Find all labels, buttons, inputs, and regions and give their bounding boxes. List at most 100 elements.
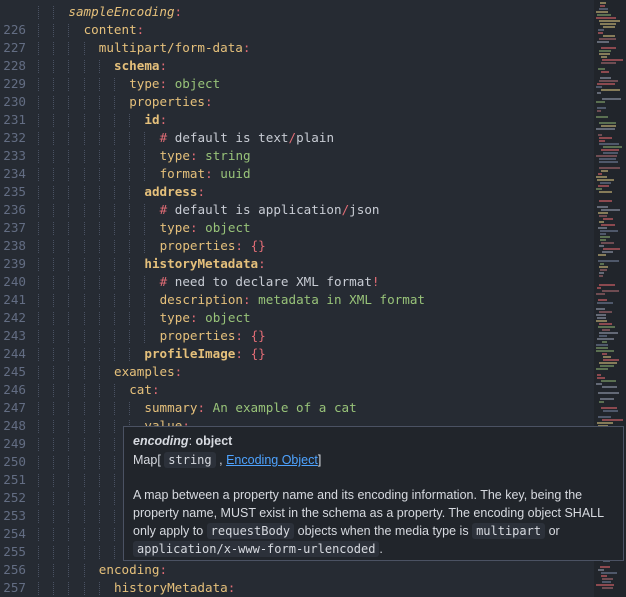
indent-guide bbox=[68, 528, 70, 541]
code-line[interactable]: 244 profileImage: {} bbox=[0, 345, 594, 363]
minimap-line bbox=[597, 422, 613, 424]
hover-property-name: encoding bbox=[133, 434, 189, 448]
code-token: : bbox=[159, 562, 168, 577]
indent-guide bbox=[53, 114, 55, 127]
code-token: {} bbox=[250, 238, 266, 253]
minimap-line bbox=[601, 149, 619, 151]
code-token: : bbox=[151, 382, 160, 397]
indent-guide bbox=[53, 24, 55, 37]
minimap-line bbox=[599, 20, 620, 22]
code-line[interactable]: 238 properties: {} bbox=[0, 237, 594, 255]
code-token: : bbox=[235, 328, 251, 343]
indent-guide bbox=[38, 24, 39, 37]
minimap-line bbox=[598, 29, 604, 31]
code-line[interactable]: 247 summary: An example of a cat bbox=[0, 399, 594, 417]
code-line[interactable]: 231 id: bbox=[0, 111, 594, 129]
code-line[interactable]: 243 properties: {} bbox=[0, 327, 594, 345]
indent-guide bbox=[114, 420, 115, 433]
code-line[interactable]: 227 multipart/form-data: bbox=[0, 39, 594, 57]
code-line[interactable]: sampleEncoding: bbox=[0, 3, 594, 21]
indent-guide bbox=[98, 492, 100, 505]
code-token: : bbox=[227, 580, 236, 595]
code-line[interactable]: 257 historyMetadata: bbox=[0, 579, 594, 597]
code-line[interactable]: 237 type: object bbox=[0, 219, 594, 237]
minimap-line bbox=[596, 176, 607, 178]
indent-guide bbox=[83, 366, 85, 379]
indent-guide bbox=[38, 78, 39, 91]
line-number: 238 bbox=[3, 238, 26, 253]
line-number: 240 bbox=[3, 274, 26, 289]
encoding-object-link[interactable]: Encoding Object bbox=[226, 453, 318, 467]
code-token: : bbox=[174, 364, 183, 379]
minimap-line bbox=[601, 575, 607, 577]
line-content: type: object bbox=[160, 309, 251, 327]
indent-guide bbox=[68, 168, 70, 181]
minimap-line bbox=[596, 86, 602, 88]
indent-guide bbox=[83, 456, 85, 469]
code-line[interactable]: 226 content: bbox=[0, 21, 594, 39]
minimap-line bbox=[596, 116, 608, 118]
code-line[interactable]: 256 encoding: bbox=[0, 561, 594, 579]
minimap-line bbox=[601, 89, 620, 91]
indent-guide bbox=[38, 420, 39, 433]
minimap-line bbox=[599, 272, 604, 274]
code-token: object bbox=[205, 220, 251, 235]
code-line[interactable]: 235 address: bbox=[0, 183, 594, 201]
code-line[interactable]: 239 historyMetadata: bbox=[0, 255, 594, 273]
code-line[interactable]: 240 # need to declare XML format! bbox=[0, 273, 594, 291]
code-token: default is application bbox=[167, 202, 342, 217]
code-line[interactable]: 236 # default is application/json bbox=[0, 201, 594, 219]
minimap-line bbox=[600, 182, 611, 184]
indent-guide bbox=[114, 546, 115, 559]
code-line[interactable]: 229 type: object bbox=[0, 75, 594, 93]
code-line[interactable]: 232 # default is text/plain bbox=[0, 129, 594, 147]
line-number: 226 bbox=[3, 22, 26, 37]
code-token: ! bbox=[371, 274, 380, 289]
code-token: An example of a cat bbox=[212, 400, 357, 415]
indent-guide bbox=[83, 348, 85, 361]
code-token: id bbox=[144, 112, 160, 127]
indent-guide bbox=[114, 492, 115, 505]
indent-guide bbox=[98, 186, 100, 199]
indent-guide bbox=[38, 222, 39, 235]
indent-guide bbox=[68, 582, 70, 595]
code-line[interactable]: 230 properties: bbox=[0, 93, 594, 111]
indent-guide bbox=[129, 150, 131, 163]
indent-guide bbox=[68, 366, 70, 379]
code-token: : bbox=[189, 220, 206, 235]
line-content: profileImage: {} bbox=[144, 345, 265, 363]
code-token: : bbox=[189, 148, 206, 163]
minimap-line bbox=[603, 356, 611, 358]
minimap-line bbox=[603, 146, 622, 148]
indent-guide bbox=[114, 168, 115, 181]
code-token: {} bbox=[250, 346, 266, 361]
indent-guide bbox=[68, 132, 70, 145]
indent-guide bbox=[98, 96, 100, 109]
minimap-line bbox=[599, 8, 608, 10]
indent-guide bbox=[68, 60, 70, 73]
indent-guide bbox=[38, 456, 39, 469]
indent-guide bbox=[83, 492, 85, 505]
code-line[interactable]: 242 type: object bbox=[0, 309, 594, 327]
line-number: 252 bbox=[3, 490, 26, 505]
code-token: object bbox=[205, 310, 251, 325]
line-number: 241 bbox=[3, 292, 26, 307]
indent-guide bbox=[114, 438, 115, 451]
line-number: 249 bbox=[3, 436, 26, 451]
minimap-line bbox=[603, 218, 613, 220]
code-token: : bbox=[243, 292, 259, 307]
indent-guide bbox=[98, 330, 100, 343]
code-token: metadata in XML format bbox=[258, 292, 425, 307]
minimap-line bbox=[598, 68, 605, 70]
indent-guide bbox=[68, 510, 70, 523]
code-line[interactable]: 228 schema: bbox=[0, 57, 594, 75]
code-line[interactable]: 245 examples: bbox=[0, 363, 594, 381]
code-line[interactable]: 246 cat: bbox=[0, 381, 594, 399]
minimap-line bbox=[602, 587, 613, 589]
indent-guide bbox=[38, 60, 39, 73]
code-line[interactable]: 233 type: string bbox=[0, 147, 594, 165]
code-line[interactable]: 234 format: uuid bbox=[0, 165, 594, 183]
indent-guide bbox=[68, 150, 70, 163]
minimap-line bbox=[601, 224, 615, 226]
code-line[interactable]: 241 description: metadata in XML format bbox=[0, 291, 594, 309]
